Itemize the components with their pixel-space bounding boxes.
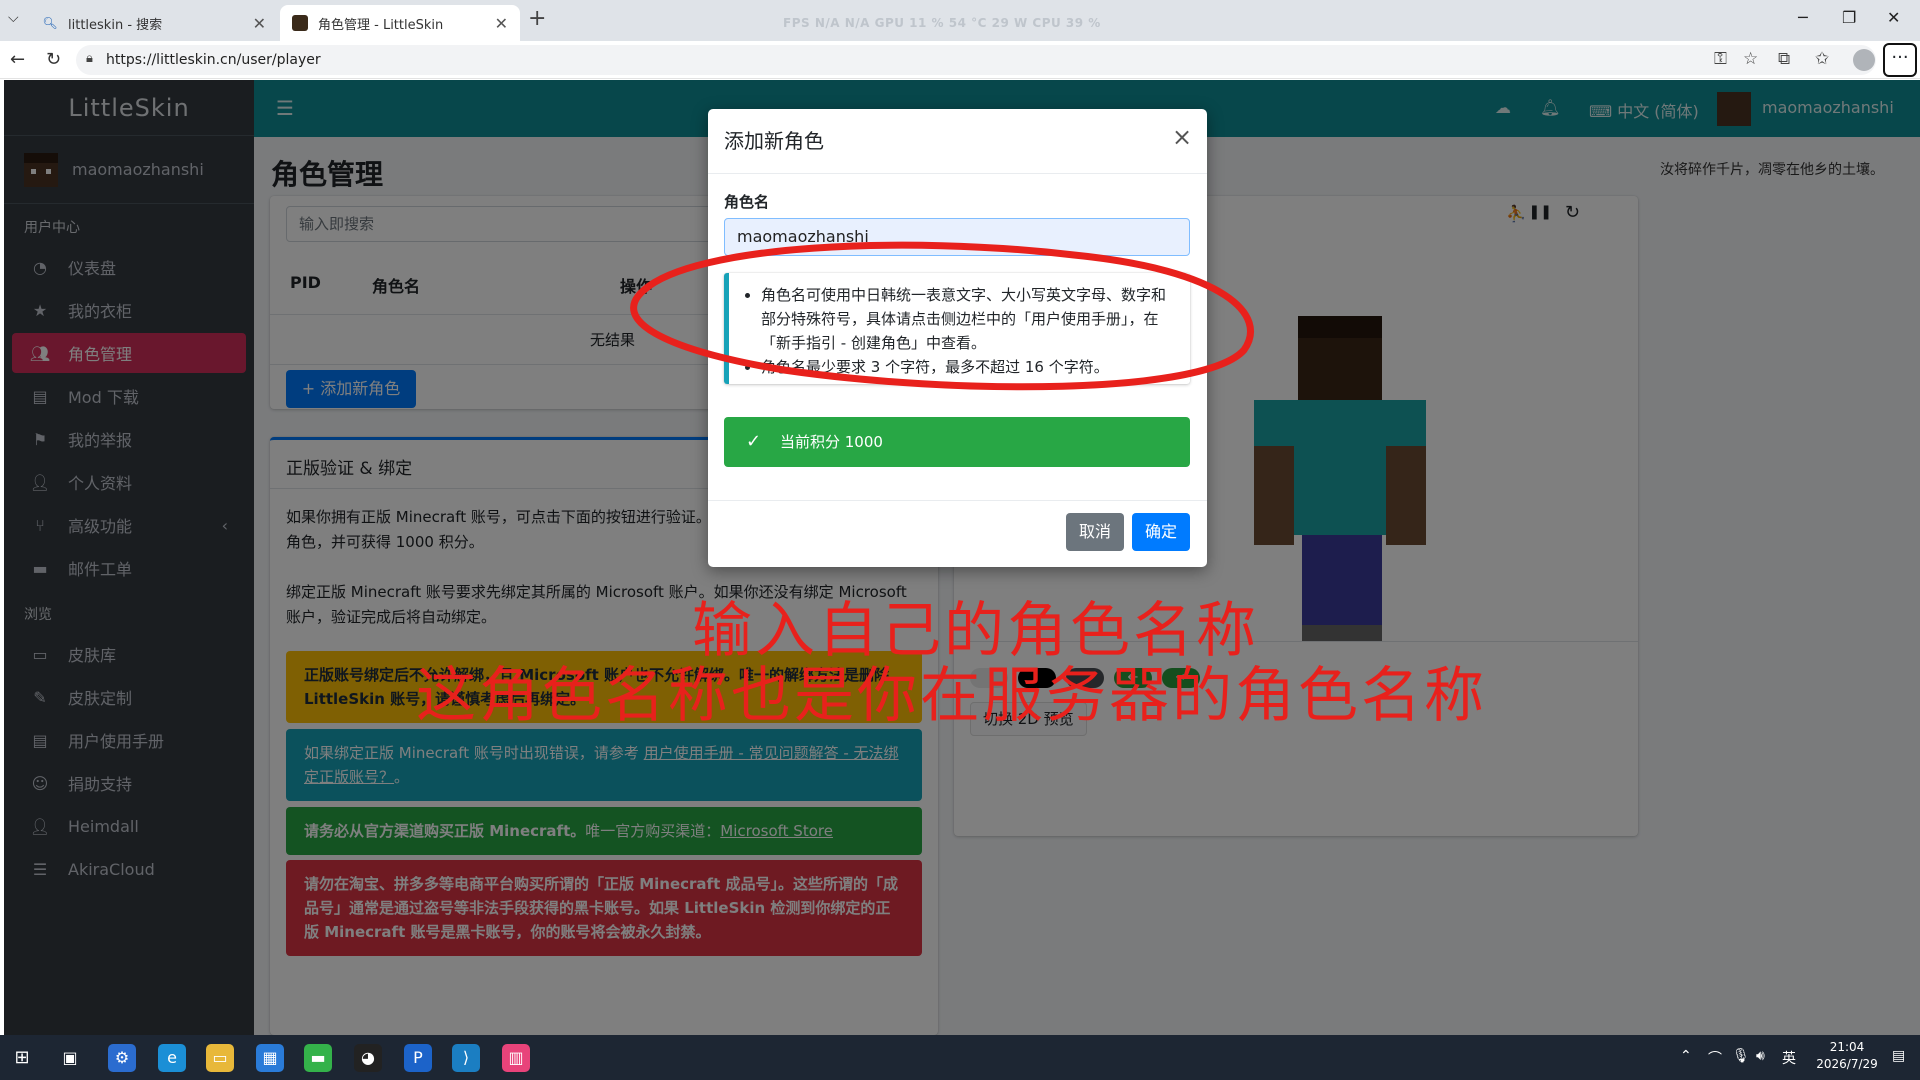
browser-tab-search[interactable]: 🔍︎ littleskin - 搜索 ✕	[30, 5, 278, 41]
clock-date: 2026/7/29	[1816, 1057, 1878, 1071]
littleskin-favicon-icon	[292, 15, 308, 31]
url-field[interactable]: 🔒︎ https://littleskin.cn/user/player	[76, 45, 1876, 75]
cancel-button[interactable]: 取消	[1066, 513, 1124, 551]
name-rules-callout: 角色名可使用中日韩统一表意文字、大小写英文字母、数字和部分特殊符号，具体请点击侧…	[724, 273, 1190, 384]
close-tab-icon[interactable]: ✕	[253, 14, 266, 33]
qq-icon[interactable]: ◕	[354, 1044, 382, 1072]
points-alert: ✓ 当前积分 1000	[724, 417, 1190, 467]
dialog-divider	[708, 500, 1207, 501]
media-app-icon[interactable]: ▥	[502, 1044, 530, 1072]
performance-overlay: FPS N/A N/A GPU 11 % 54 °C 29 W CPU 39 %	[783, 16, 1101, 30]
app-window: LittleSkin maomaozhanshi 用户中心 ◔仪表盘 ★我的衣柜…	[4, 80, 1920, 1035]
network-icon[interactable]: ⌒	[1708, 1048, 1722, 1068]
player-name-label: 角色名	[724, 193, 770, 211]
player-name-input[interactable]: maomaozhanshi	[724, 218, 1190, 256]
rule-item: 角色名最少要求 3 个字符，最多不超过 16 个字符。	[761, 355, 1176, 379]
maximize-icon[interactable]: ❐	[1842, 8, 1856, 27]
points-text: 当前积分 1000	[780, 433, 883, 451]
microphone-icon[interactable]: 🎙︎	[1732, 1048, 1750, 1064]
confirm-button[interactable]: 确定	[1132, 513, 1190, 551]
dialog-divider	[708, 173, 1207, 174]
back-icon[interactable]: ←	[10, 49, 25, 70]
favorite-star-icon[interactable]: ☆	[1743, 49, 1758, 69]
terminal-app-icon[interactable]: ▬	[304, 1044, 332, 1072]
close-window-icon[interactable]: ✕	[1887, 8, 1900, 27]
volume-icon[interactable]: 🔊︎	[1756, 1048, 1765, 1064]
app-icon-tool[interactable]: ⚙	[108, 1044, 136, 1072]
lock-icon: 🔒︎	[86, 51, 93, 66]
address-bar-row: ← ↻ 🔒︎ https://littleskin.cn/user/player…	[0, 41, 1920, 79]
profile-avatar[interactable]	[1853, 49, 1875, 71]
rule-item: 角色名可使用中日韩统一表意文字、大小写英文字母、数字和部分特殊符号，具体请点击侧…	[761, 283, 1176, 355]
ime-indicator[interactable]: 英	[1782, 1048, 1796, 1068]
clock[interactable]: 21:04 2026/7/29	[1812, 1039, 1882, 1073]
edge-browser-icon[interactable]: e	[158, 1044, 186, 1072]
extensions-icon[interactable]: ⧉	[1778, 49, 1790, 69]
p-app-icon[interactable]: P	[404, 1044, 432, 1072]
notification-icon[interactable]: ▤	[1892, 1048, 1905, 1064]
task-view-icon[interactable]: ▣	[56, 1044, 84, 1072]
check-icon: ✓	[746, 431, 762, 452]
file-explorer-icon[interactable]: ▭	[206, 1044, 234, 1072]
more-menu-icon[interactable]: ···	[1883, 43, 1917, 77]
add-player-dialog: 添加新角色 × 角色名 maomaozhanshi 角色名可使用中日韩统一表意文…	[708, 109, 1207, 567]
browser-tab-littleskin[interactable]: 角色管理 - LittleSkin ✕	[280, 5, 520, 41]
annotation-line-2: 这角色名称也是你在服务器的角色名称	[416, 661, 1487, 731]
tab-title: littleskin - 搜索	[68, 17, 163, 33]
clock-time: 21:04	[1829, 1040, 1865, 1054]
store-icon[interactable]: ▦	[256, 1044, 284, 1072]
search-icon: 🔍︎	[42, 16, 58, 30]
browser-tab-bar: ⌵ 🔍︎ littleskin - 搜索 ✕ 角色管理 - LittleSkin…	[0, 0, 1920, 41]
refresh-icon[interactable]: ↻	[46, 49, 61, 70]
tab-list-chevron-icon[interactable]: ⌵	[8, 10, 19, 26]
favorites-icon[interactable]: ✩	[1815, 49, 1829, 69]
close-tab-icon[interactable]: ✕	[495, 14, 508, 33]
new-tab-icon[interactable]: +	[528, 6, 546, 31]
windows-taskbar: ⊞ ▣ ⚙ e ▭ ▦ ▬ ◕ P ⟩ ▥ ⌃ ⌒ 🎙︎ 🔊︎ 英 21:04 2…	[0, 1035, 1920, 1080]
dialog-title: 添加新角色	[724, 129, 824, 153]
key-icon[interactable]: ⚿	[1714, 49, 1727, 69]
close-icon[interactable]: ×	[1172, 123, 1192, 151]
tab-title: 角色管理 - LittleSkin	[318, 17, 444, 33]
vscode-icon[interactable]: ⟩	[452, 1044, 480, 1072]
minimize-icon[interactable]: ─	[1798, 8, 1808, 27]
windows-start-icon[interactable]: ⊞	[8, 1044, 36, 1072]
tray-chevron-icon[interactable]: ⌃	[1680, 1048, 1692, 1064]
url-text: https://littleskin.cn/user/player	[106, 52, 321, 68]
